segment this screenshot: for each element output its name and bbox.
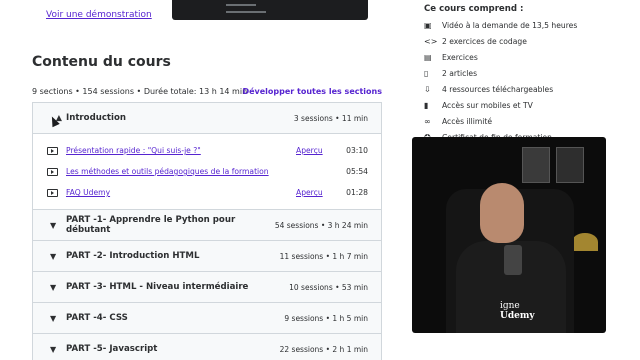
section-title: PART -3- HTML - Niveau intermédiaire	[66, 282, 249, 292]
include-label: 4 ressources téléchargeables	[442, 84, 554, 94]
section-info: 10 sessions • 53 min	[289, 282, 368, 292]
include-item: <> 2 exercices de codage	[424, 33, 604, 49]
section-info: 22 sessions • 2 h 1 min	[279, 344, 368, 354]
section-title: PART -1- Apprendre le Python pour débuta…	[66, 215, 236, 235]
infinity-icon: ∞	[424, 116, 431, 126]
section-header-part-4[interactable]: ▼ PART -4- CSS 9 sessions • 1 h 5 min	[33, 303, 381, 334]
download-icon: ⇩	[424, 84, 431, 94]
lecture-item: Les méthodes et outils pédagogiques de l…	[47, 161, 368, 182]
video-icon	[47, 167, 58, 176]
wall-frame	[522, 147, 550, 183]
section-title: Introduction	[66, 113, 127, 123]
demo-link[interactable]: Voir une démonstration	[46, 10, 152, 20]
section-info: 54 sessions • 3 h 24 min	[274, 220, 368, 230]
lecture-duration: 05:54	[346, 167, 368, 176]
section-header-part-1[interactable]: ▼ PART -1- Apprendre le Python pour débu…	[33, 210, 381, 241]
chevron-down-icon: ▼	[50, 251, 57, 261]
include-label: Exercices	[442, 52, 478, 62]
section-header-part-5[interactable]: ▼ PART -5- Javascript 22 sessions • 2 h …	[33, 334, 381, 360]
preview-link[interactable]: Aperçu	[296, 188, 346, 197]
preview-link[interactable]: Aperçu	[296, 146, 346, 155]
lecture-title[interactable]: FAQ Udemy	[66, 188, 296, 197]
video-icon	[47, 188, 58, 197]
microphone	[504, 245, 522, 275]
code-icon: <>	[424, 36, 438, 46]
section-header-part-2[interactable]: ▼ PART -2- Introduction HTML 11 sessions…	[33, 241, 381, 272]
lecture-item: Présentation rapide : "Qui suis-je ?" Ap…	[47, 140, 368, 161]
include-item: ▤ Exercices	[424, 49, 604, 65]
include-item: ⇩ 4 ressources téléchargeables	[424, 81, 604, 97]
instructor-webcam-overlay: igne Udemy	[412, 137, 606, 333]
course-includes-list: ▣ Vidéo à la demande de 13,5 heures <> 2…	[424, 17, 604, 145]
include-label: Accès sur mobiles et TV	[442, 100, 533, 110]
lecture-item: FAQ Udemy Aperçu 01:28	[47, 182, 368, 203]
section-info: 3 sessions • 11 min	[293, 113, 368, 123]
video-icon	[47, 146, 58, 155]
section-info: 11 sessions • 1 h 7 min	[279, 251, 368, 261]
chevron-down-icon: ▼	[50, 313, 57, 323]
include-item: ▯ 2 articles	[424, 65, 604, 81]
section-body-introduction: Présentation rapide : "Qui suis-je ?" Ap…	[33, 134, 381, 210]
course-meta: 9 sections • 154 sessions • Durée totale…	[32, 87, 248, 96]
wall-frame	[556, 147, 584, 183]
video-icon: ▣	[424, 20, 432, 30]
lecture-duration: 03:10	[346, 146, 368, 155]
curriculum: ▼ Introduction 3 sessions • 11 min Prése…	[32, 102, 382, 360]
chevron-down-icon: ▼	[50, 344, 57, 354]
section-info: 9 sessions • 1 h 5 min	[284, 313, 368, 323]
expand-all-sections-button[interactable]: Développer toutes les sections	[242, 87, 382, 96]
include-item: ▮ Accès sur mobiles et TV	[424, 97, 604, 113]
include-label: Accès illimité	[442, 116, 493, 126]
section-title: PART -2- Introduction HTML	[66, 251, 200, 261]
article-icon: ▯	[424, 68, 429, 78]
code-preview-thumbnail	[172, 0, 368, 20]
lecture-title[interactable]: Présentation rapide : "Qui suis-je ?"	[66, 146, 296, 155]
instructor-face	[480, 183, 524, 243]
lecture-duration: 01:28	[346, 188, 368, 197]
course-includes-title: Ce cours comprend :	[424, 4, 524, 14]
section-title: PART -4- CSS	[66, 313, 128, 323]
include-label: Vidéo à la demande de 13,5 heures	[442, 20, 578, 30]
include-item: ∞ Accès illimité	[424, 113, 604, 129]
include-label: 2 exercices de codage	[442, 36, 527, 46]
lecture-title[interactable]: Les méthodes et outils pédagogiques de l…	[66, 167, 296, 176]
section-header-introduction[interactable]: ▼ Introduction 3 sessions • 11 min	[33, 103, 381, 134]
shirt-text: igne Udemy	[500, 301, 535, 321]
mobile-icon: ▮	[424, 100, 429, 110]
include-label: 2 articles	[442, 68, 478, 78]
lamp	[572, 233, 598, 251]
chevron-down-icon: ▼	[50, 220, 57, 230]
section-header-part-3[interactable]: ▼ PART -3- HTML - Niveau intermédiaire 1…	[33, 272, 381, 303]
course-content-title: Contenu du cours	[32, 54, 171, 70]
exercise-icon: ▤	[424, 52, 432, 62]
section-title: PART -5- Javascript	[66, 344, 158, 354]
chevron-down-icon: ▼	[50, 282, 57, 292]
course-includes-panel: Ce cours comprend : ▣ Vidéo à la demande…	[411, 0, 607, 142]
include-item: ▣ Vidéo à la demande de 13,5 heures	[424, 17, 604, 33]
